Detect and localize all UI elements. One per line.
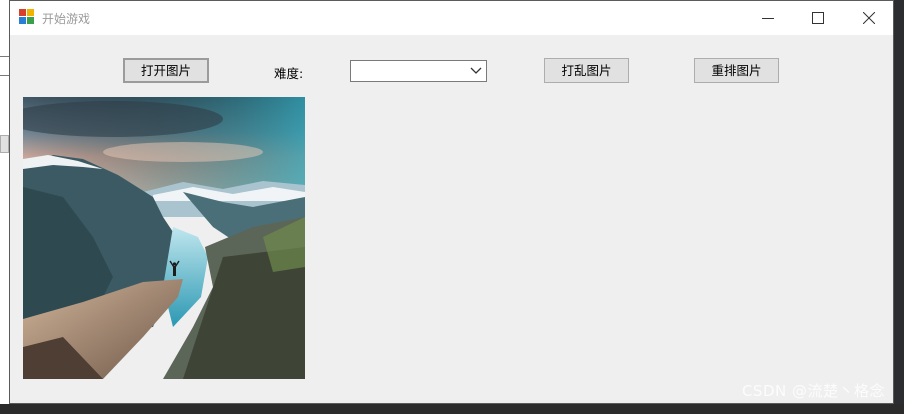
title-bar[interactable]: 开始游戏 xyxy=(10,1,893,35)
maximize-button[interactable] xyxy=(795,1,841,35)
app-icon xyxy=(19,9,35,25)
chevron-down-icon xyxy=(470,67,482,74)
game-window: 开始游戏 打开图片 难度: 打乱图片 重排图片 CSDN @流楚丶格念 xyxy=(9,0,894,404)
shuffle-image-button[interactable]: 打乱图片 xyxy=(544,58,629,83)
window-title: 开始游戏 xyxy=(42,12,91,26)
open-image-button[interactable]: 打开图片 xyxy=(123,58,209,83)
difficulty-select[interactable] xyxy=(350,60,487,82)
puzzle-picture[interactable] xyxy=(23,97,305,379)
watermark: CSDN @流楚丶格念 xyxy=(741,382,885,400)
close-button[interactable] xyxy=(846,1,892,35)
reorder-image-button[interactable]: 重排图片 xyxy=(694,58,779,83)
background-taskbar-edge xyxy=(0,404,904,414)
background-editor-edge xyxy=(894,0,904,414)
background-field xyxy=(0,56,9,76)
landscape-image xyxy=(23,97,305,379)
minimize-button[interactable] xyxy=(745,1,791,35)
minimize-icon xyxy=(762,18,774,19)
difficulty-label: 难度: xyxy=(274,66,304,81)
close-icon xyxy=(863,12,875,24)
background-button xyxy=(0,135,9,153)
maximize-icon xyxy=(812,12,824,24)
